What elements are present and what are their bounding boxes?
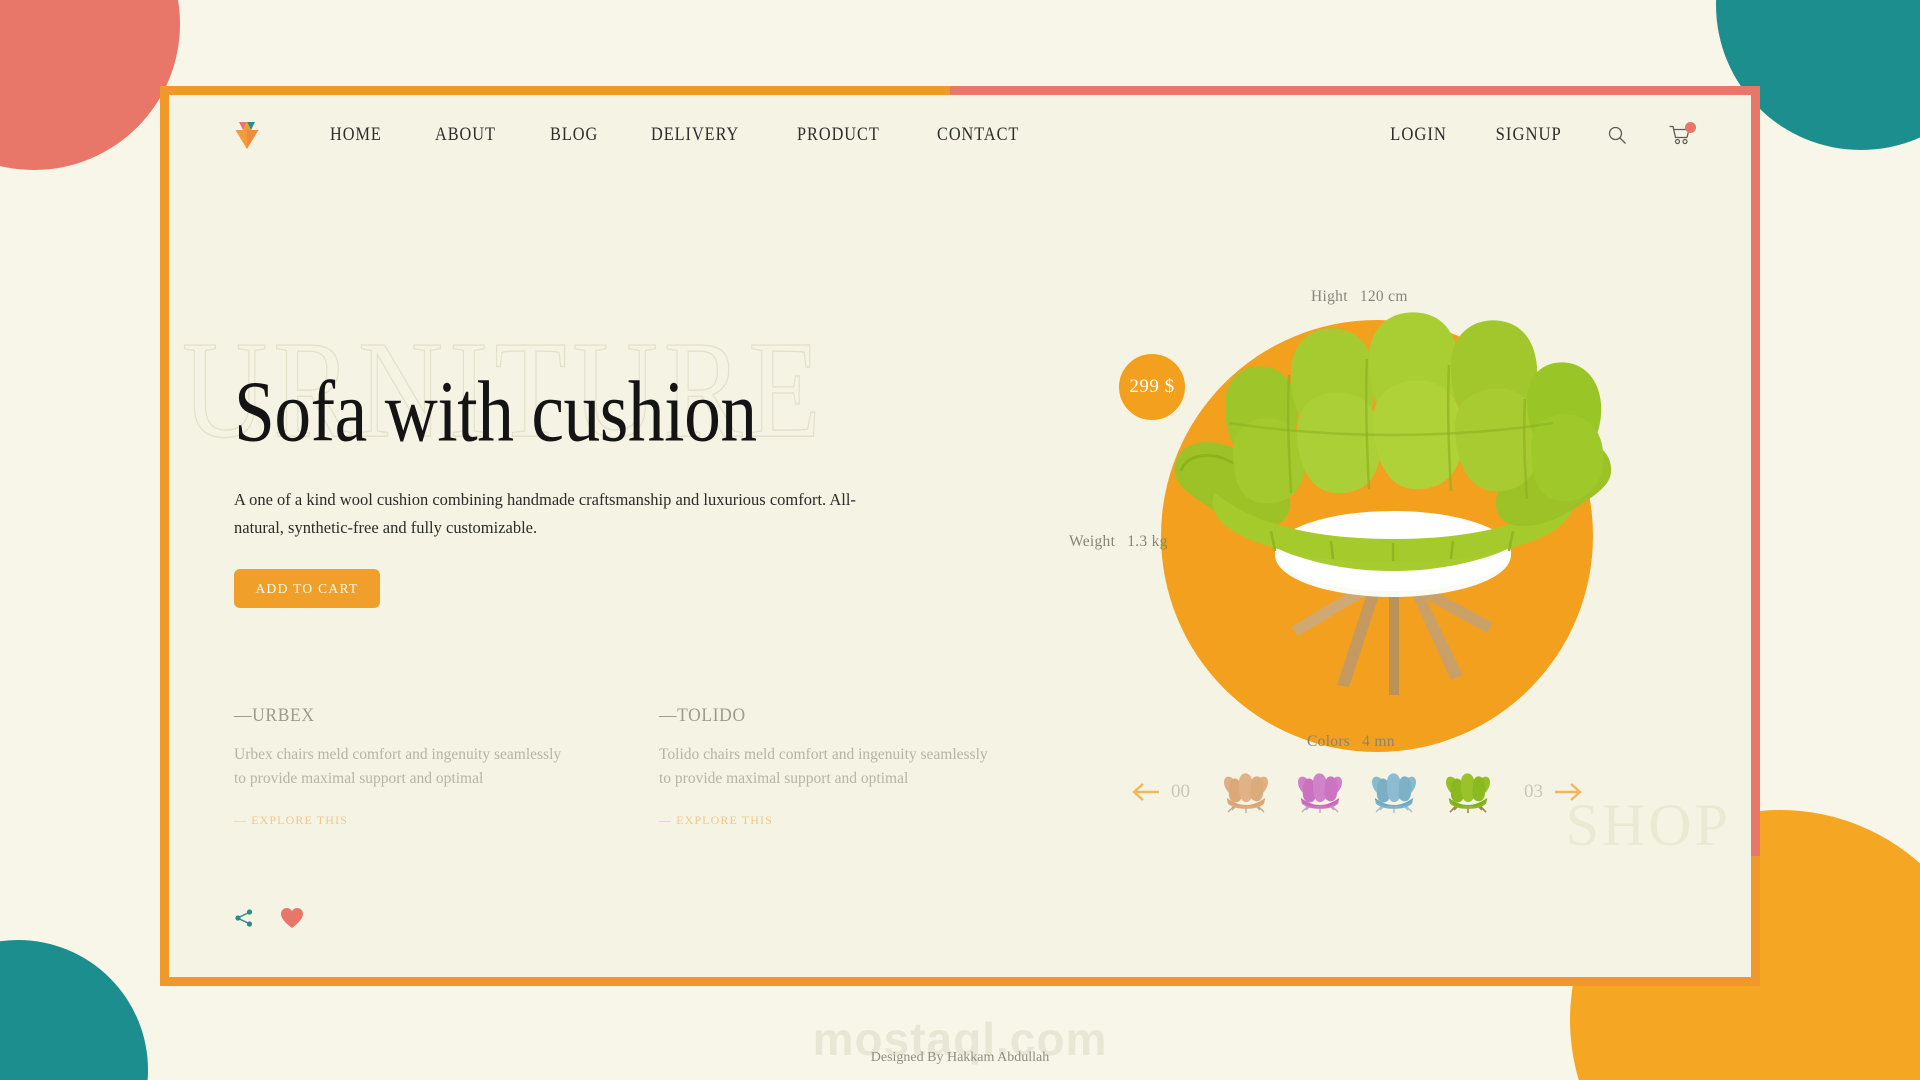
footer-credit-wrap: Designed By Hakkam Abdullah	[0, 1048, 1920, 1066]
nav-actions: LOGIN SIGNUP	[1387, 122, 1696, 146]
decorative-blob-top-left	[0, 0, 180, 170]
spec-colors: Colors 4 mn	[1307, 733, 1395, 751]
shopping-cart-icon[interactable]	[1669, 122, 1696, 145]
designer-credit: Designed By Hakkam Abdullah	[870, 1050, 1050, 1065]
spec-colors-label: Colors	[1307, 733, 1351, 750]
share-icon[interactable]	[234, 908, 254, 928]
main-navigation: HOME ABOUT BLOG DELIVERY PRODUCT CONTACT…	[169, 95, 1751, 175]
shop-watermark-text: SHOP	[1565, 792, 1731, 858]
heart-icon[interactable]	[280, 907, 304, 929]
feature-card-tolido[interactable]: —TOLIDO Tolido chairs meld comfort and i…	[659, 705, 1009, 829]
page-title: Sofa with cushion	[234, 364, 757, 461]
nav-item-home[interactable]: HOME	[330, 125, 382, 146]
thumbnail-list	[1222, 770, 1492, 814]
carousel-index-end: 03	[1524, 781, 1543, 802]
login-button[interactable]: LOGIN	[1390, 125, 1447, 146]
explore-link-tolido[interactable]: — EXPLORE THIS	[659, 813, 773, 828]
search-icon[interactable]	[1607, 125, 1627, 145]
chair-thumb-pink[interactable]	[1296, 770, 1344, 814]
product-image-green-chair	[1174, 312, 1612, 695]
arrow-left-icon[interactable]	[1131, 781, 1161, 803]
diamond-logo-icon[interactable]	[234, 118, 260, 152]
add-to-cart-button[interactable]: ADD TO CART	[234, 569, 380, 609]
price-badge: 299 $	[1114, 349, 1190, 425]
nav-item-blog[interactable]: BLOG	[550, 125, 598, 146]
hero-frame: HOME ABOUT BLOG DELIVERY PRODUCT CONTACT…	[160, 86, 1760, 986]
feature-description: Tolido chairs meld comfort and ingenuity…	[659, 746, 988, 788]
cart-badge	[1685, 122, 1696, 133]
signup-button[interactable]: SIGNUP	[1495, 125, 1561, 146]
feature-title: —URBEX	[234, 705, 315, 726]
color-carousel: 00 03	[1131, 770, 1583, 814]
carousel-index-start: 00	[1171, 781, 1190, 802]
spec-height: Hight 120 cm	[1311, 288, 1408, 306]
product-showcase: 299 $ Hight 120 cm Weight 1.3 kg Colors 4 m…	[1069, 200, 1728, 900]
spec-weight-label: Weight	[1069, 533, 1116, 550]
spec-weight: Weight 1.3 kg	[1069, 533, 1168, 551]
hero-content: URNITURE Sofa with cushion A one of a ki…	[181, 310, 994, 609]
feature-title: —TOLIDO	[659, 705, 746, 726]
feature-card-urbex[interactable]: —URBEX Urbex chairs meld comfort and ing…	[234, 705, 584, 829]
hero-description: A one of a kind wool cushion combining h…	[234, 490, 856, 537]
social-actions	[234, 907, 304, 929]
nav-item-contact[interactable]: CONTACT	[937, 125, 1019, 146]
spec-colors-value: 4 mn	[1362, 733, 1395, 750]
spec-height-label: Hight	[1311, 288, 1348, 305]
nav-links: HOME ABOUT BLOG DELIVERY PRODUCT CONTACT	[330, 125, 1031, 146]
nav-item-product[interactable]: PRODUCT	[797, 125, 880, 146]
chair-thumb-blue[interactable]	[1370, 770, 1418, 814]
feature-description: Urbex chairs meld comfort and ingenuity …	[234, 746, 562, 788]
spec-height-value: 120 cm	[1359, 288, 1408, 305]
arrow-right-icon[interactable]	[1553, 781, 1583, 803]
chair-thumb-green[interactable]	[1444, 770, 1492, 814]
feature-list: —URBEX Urbex chairs meld comfort and ing…	[234, 705, 1009, 829]
nav-item-about[interactable]: ABOUT	[435, 125, 496, 146]
nav-item-delivery[interactable]: DELIVERY	[651, 125, 739, 146]
chair-thumb-tan[interactable]	[1222, 770, 1270, 814]
spec-weight-value: 1.3 kg	[1127, 533, 1168, 550]
explore-link-urbex[interactable]: — EXPLORE THIS	[234, 813, 348, 828]
